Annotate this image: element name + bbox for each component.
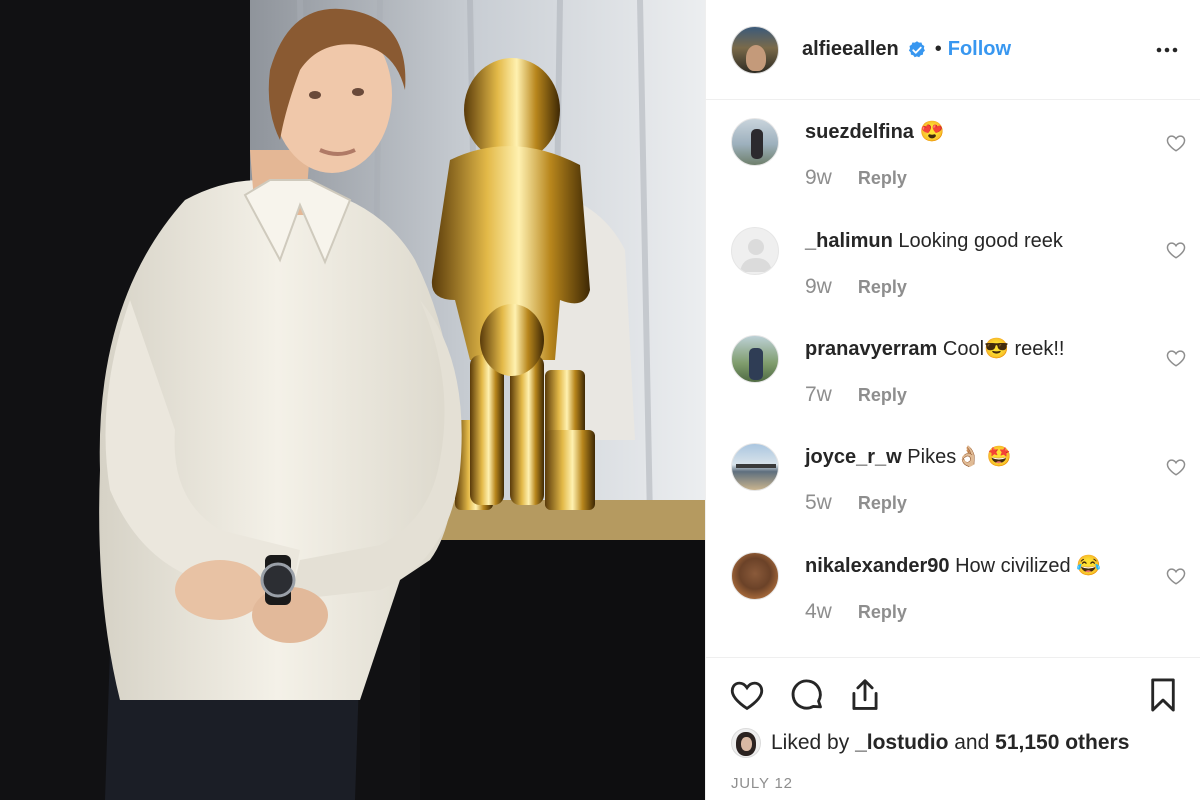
- follow-button[interactable]: Follow: [948, 38, 1011, 61]
- liker-username[interactable]: _lostudio: [855, 731, 948, 755]
- comment-text: 😍: [919, 121, 945, 143]
- comment-username[interactable]: pranavyerram: [805, 338, 937, 360]
- reply-button[interactable]: Reply: [858, 493, 907, 514]
- comment-avatar[interactable]: [731, 335, 779, 383]
- comment-item: pranavyerram Cool😎 reek!! 7w Reply: [706, 335, 1200, 443]
- heart-outline-icon[interactable]: [1165, 132, 1187, 154]
- author-username[interactable]: alfieeallen: [802, 38, 899, 61]
- comment-text: Looking good reek: [898, 230, 1063, 252]
- comment-text: Pikes👌🏼 🤩: [907, 446, 1012, 468]
- reply-button[interactable]: Reply: [858, 602, 907, 623]
- likes-conjunction: and: [954, 731, 990, 754]
- comment-avatar[interactable]: [731, 443, 779, 491]
- verified-badge-icon: [908, 40, 925, 57]
- comment-item: nikalexander90 How civilized 😂 4w Reply: [706, 552, 1200, 660]
- comment-timestamp[interactable]: 5w: [805, 491, 832, 515]
- likes-others-count[interactable]: 51,150 others: [995, 731, 1129, 755]
- save-bookmark-icon[interactable]: [1144, 676, 1182, 714]
- post-header: alfieeallen • Follow: [706, 0, 1200, 100]
- post-side-panel: alfieeallen • Follow suezdelfina 😍 9w Re…: [705, 0, 1200, 800]
- comment-item: _halimun Looking good reek 9w Reply: [706, 227, 1200, 335]
- reply-button[interactable]: Reply: [858, 277, 907, 298]
- comment-username[interactable]: _halimun: [805, 230, 893, 252]
- likes-summary: Liked by _lostudio and 51,150 others: [731, 728, 1129, 758]
- likes-prefix: Liked by: [771, 731, 850, 754]
- more-options-icon[interactable]: [1155, 38, 1179, 62]
- like-icon[interactable]: [728, 676, 766, 714]
- comment-text: How civilized 😂: [955, 555, 1102, 577]
- heart-outline-icon[interactable]: [1165, 565, 1187, 587]
- author-avatar[interactable]: [731, 25, 779, 74]
- comment-timestamp[interactable]: 7w: [805, 383, 832, 407]
- comment-timestamp[interactable]: 9w: [805, 166, 832, 190]
- comment-username[interactable]: nikalexander90: [805, 555, 950, 577]
- heart-outline-icon[interactable]: [1165, 239, 1187, 261]
- heart-outline-icon[interactable]: [1165, 456, 1187, 478]
- comment-username[interactable]: joyce_r_w: [805, 446, 902, 468]
- share-icon[interactable]: [846, 676, 884, 714]
- reply-button[interactable]: Reply: [858, 168, 907, 189]
- comment-timestamp[interactable]: 4w: [805, 600, 832, 624]
- comments-list: suezdelfina 😍 9w Reply _halimun Looking …: [706, 100, 1200, 657]
- comment-text: Cool😎 reek!!: [942, 338, 1065, 360]
- comment-timestamp[interactable]: 9w: [805, 275, 832, 299]
- post-photo[interactable]: [0, 0, 705, 800]
- liker-avatar[interactable]: [731, 728, 761, 758]
- comment-avatar[interactable]: [731, 118, 779, 166]
- post-photo-illustration: [0, 0, 705, 800]
- heart-outline-icon[interactable]: [1165, 347, 1187, 369]
- separator-dot: •: [934, 38, 942, 60]
- comment-item: suezdelfina 😍 9w Reply: [706, 118, 1200, 226]
- post-date[interactable]: JULY 12: [731, 775, 793, 792]
- comment-item: joyce_r_w Pikes👌🏼 🤩 5w Reply: [706, 443, 1200, 551]
- comment-avatar[interactable]: [731, 227, 779, 275]
- post-actions-section: Liked by _lostudio and 51,150 others JUL…: [706, 657, 1200, 800]
- reply-button[interactable]: Reply: [858, 385, 907, 406]
- comment-icon[interactable]: [788, 676, 826, 714]
- default-avatar-icon: [740, 239, 772, 272]
- comment-username[interactable]: suezdelfina: [805, 121, 914, 143]
- comment-avatar[interactable]: [731, 552, 779, 600]
